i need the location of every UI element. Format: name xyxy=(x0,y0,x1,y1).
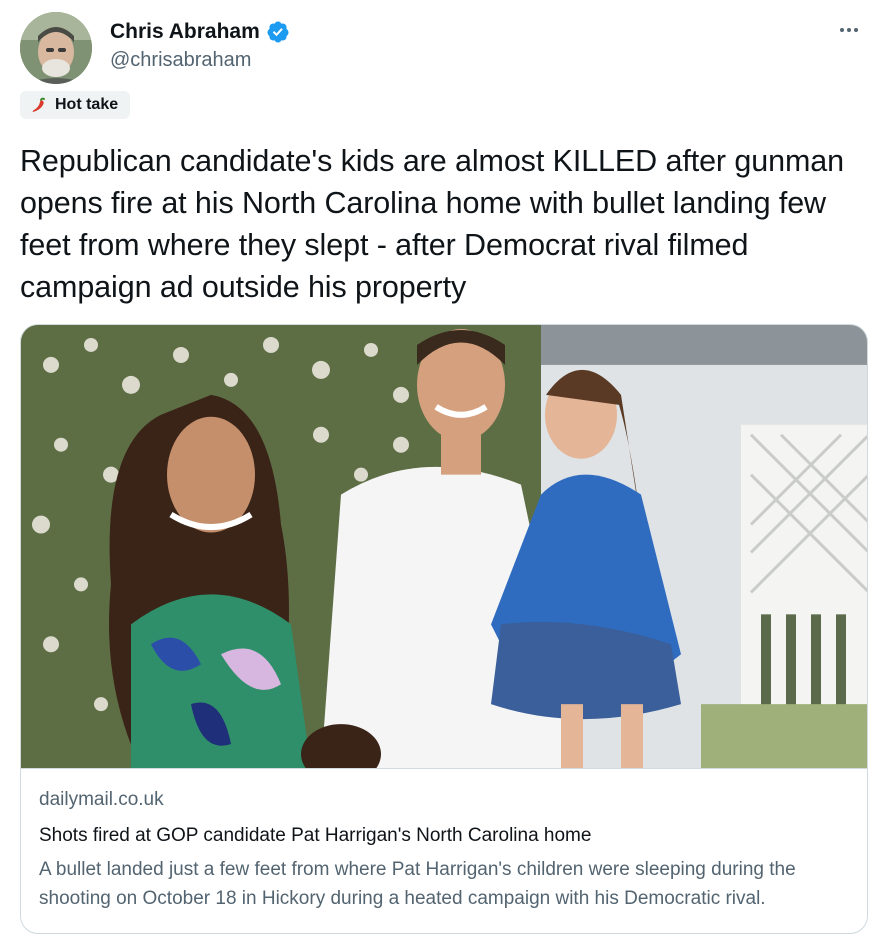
card-title: Shots fired at GOP candidate Pat Harriga… xyxy=(39,825,592,846)
avatar-photo xyxy=(20,12,92,84)
hot-take-label: Hot take xyxy=(55,96,119,113)
more-dot xyxy=(847,28,851,32)
hot-take-chip[interactable]: Hot take xyxy=(20,91,131,119)
tweet-header: Chris Abraham @chrisabraham xyxy=(20,12,870,86)
card-image[interactable] xyxy=(21,325,868,769)
link-preview-card[interactable]: dailymail.co.uk Shots fired at GOP candi… xyxy=(20,324,868,934)
more-dot xyxy=(854,28,858,32)
author-display-name[interactable]: Chris Abraham xyxy=(110,20,260,44)
author-handle[interactable]: @chrisabraham xyxy=(110,49,290,72)
chili-pepper-icon xyxy=(32,97,45,112)
verified-badge-icon[interactable] xyxy=(266,20,290,44)
author-avatar[interactable] xyxy=(20,12,92,84)
author-info: Chris Abraham @chrisabraham xyxy=(110,20,290,72)
more-options-button[interactable] xyxy=(834,18,864,42)
card-domain: dailymail.co.uk xyxy=(39,789,164,810)
card-meta: dailymail.co.uk Shots fired at GOP candi… xyxy=(39,789,851,913)
card-description: A bullet landed just a few feet from whe… xyxy=(39,859,796,909)
tweet-text: Republican candidate's kids are almost K… xyxy=(20,144,844,304)
more-dots-icon xyxy=(840,28,844,32)
